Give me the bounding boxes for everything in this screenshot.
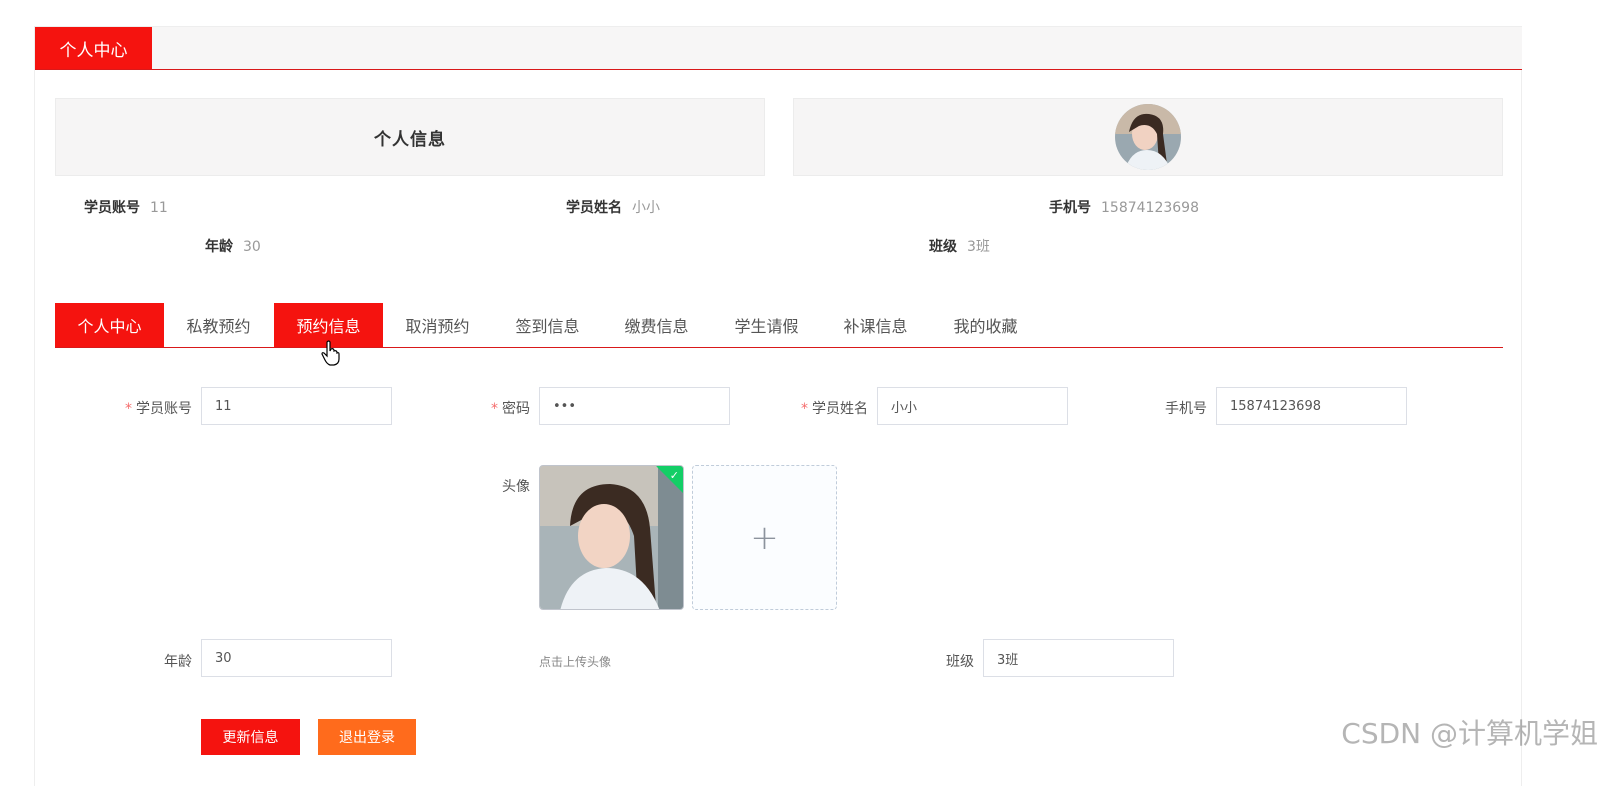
hand-cursor-icon — [321, 340, 341, 370]
phone-input[interactable]: 15874123698 — [1216, 387, 1407, 425]
avatar — [1115, 104, 1181, 170]
profile-avatar-card — [793, 98, 1503, 176]
personal-center-panel: 个人中心 个人信息 学员账号 11 学员姓名 小小 手机号 15874123698 年… — [34, 26, 1522, 786]
name-input[interactable]: 小小 — [877, 387, 1068, 425]
account-input[interactable]: 11 — [201, 387, 392, 425]
profile-title: 个人信息 — [374, 129, 446, 150]
upload-add-button[interactable]: + — [692, 465, 837, 610]
top-tab-personal-center[interactable]: 个人中心 — [35, 27, 152, 69]
tab-private-booking[interactable]: 私教预约 — [164, 303, 273, 347]
name-label: * 学员姓名 — [801, 401, 868, 417]
tab-leave[interactable]: 学生请假 — [712, 303, 821, 347]
info-class: 班级 3班 — [929, 239, 990, 255]
info-age: 年龄 30 — [205, 239, 261, 255]
tab-personal-center[interactable]: 个人中心 — [55, 303, 164, 347]
account-label: * 学员账号 — [125, 401, 192, 417]
info-name: 学员姓名 小小 — [566, 200, 660, 216]
password-label: * 密码 — [491, 401, 530, 417]
upload-hint: 点击上传头像 — [539, 655, 612, 669]
info-phone: 手机号 15874123698 — [1049, 200, 1199, 216]
logout-button[interactable]: 退出登录 — [318, 719, 416, 755]
tab-cancel-booking[interactable]: 取消预约 — [383, 303, 492, 347]
watermark: CSDN @计算机学姐 — [1341, 717, 1598, 750]
info-account: 学员账号 11 — [84, 200, 168, 216]
password-input[interactable]: ••• — [539, 387, 730, 425]
tab-payment[interactable]: 缴费信息 — [602, 303, 711, 347]
age-label: 年龄 — [164, 654, 192, 670]
tab-bar: 个人中心 私教预约 预约信息 取消预约 签到信息 缴费信息 学生请假 补课信息 … — [55, 303, 1503, 348]
check-icon: ✓ — [669, 469, 679, 482]
profile-title-card: 个人信息 — [55, 98, 765, 176]
top-bar: 个人中心 — [35, 27, 1522, 70]
tab-sign-in[interactable]: 签到信息 — [493, 303, 602, 347]
avatar-label: 头像 — [502, 479, 530, 495]
phone-label: 手机号 — [1165, 401, 1207, 417]
class-label: 班级 — [946, 654, 974, 670]
age-input[interactable]: 30 — [201, 639, 392, 677]
uploaded-avatar-image[interactable]: ✓ — [539, 465, 684, 610]
tab-makeup-class[interactable]: 补课信息 — [821, 303, 930, 347]
update-info-button[interactable]: 更新信息 — [201, 719, 300, 755]
tab-favorites[interactable]: 我的收藏 — [931, 303, 1040, 347]
class-input[interactable]: 3班 — [983, 639, 1174, 677]
